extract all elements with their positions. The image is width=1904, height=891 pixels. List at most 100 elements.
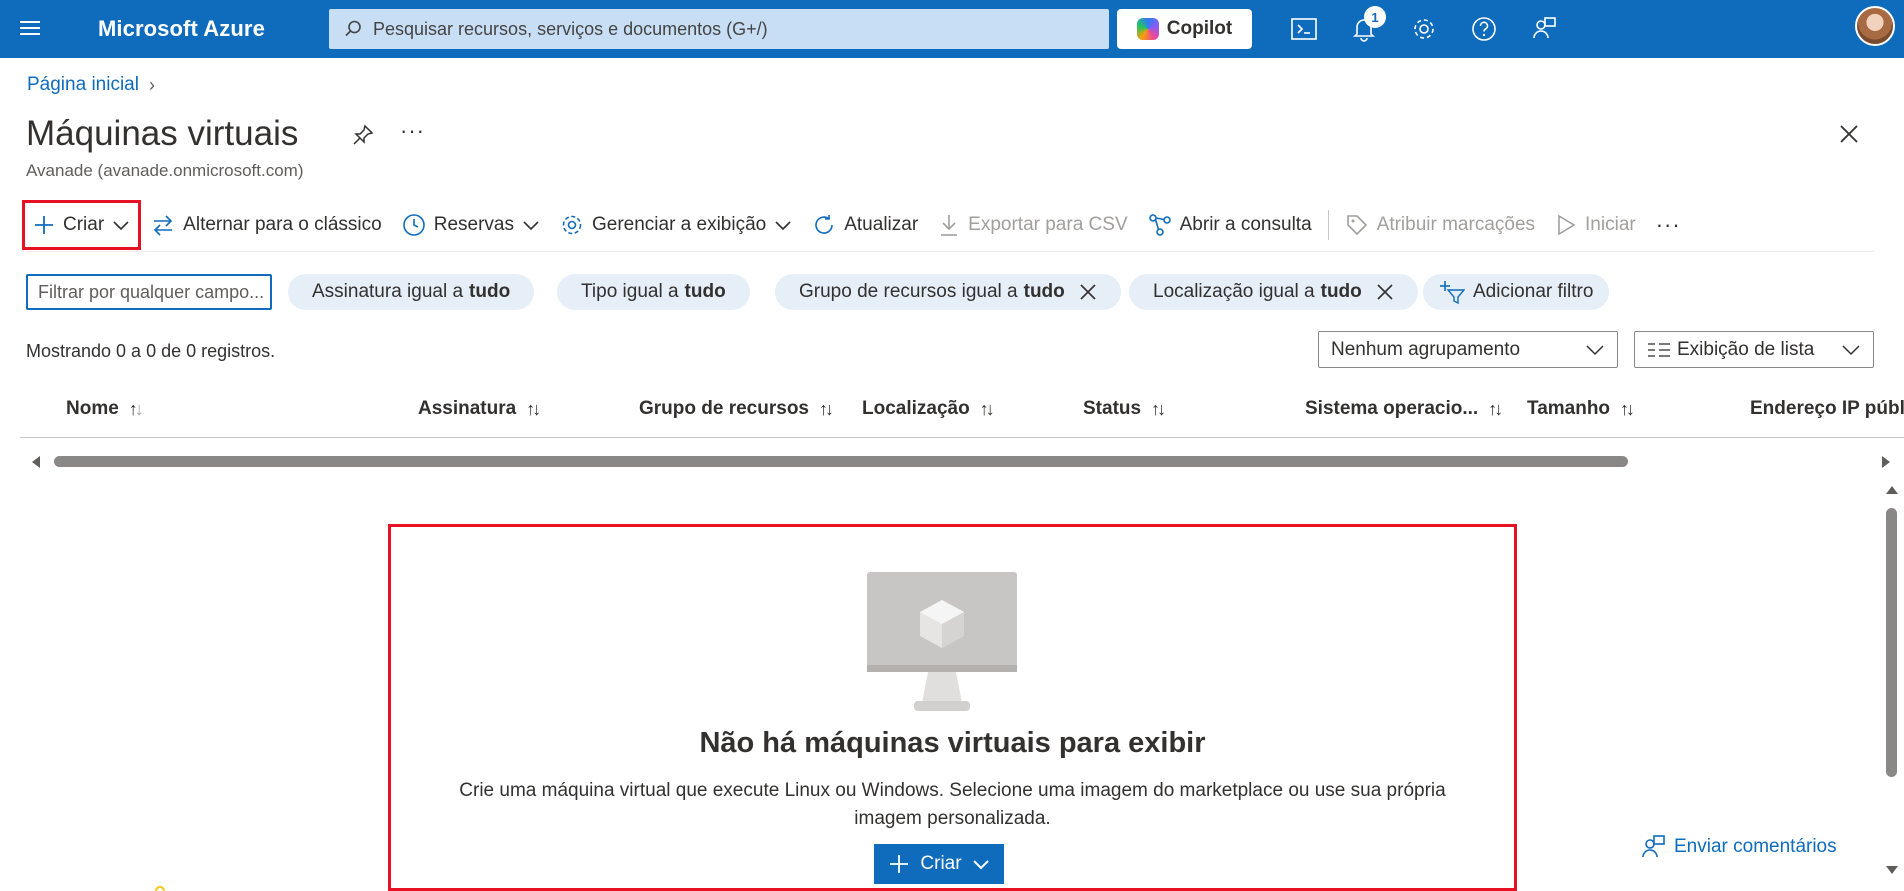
- manage-view-button[interactable]: Gerenciar a exibição: [550, 200, 802, 250]
- create-button[interactable]: Criar: [22, 200, 142, 250]
- export-csv-button[interactable]: Exportar para CSV: [928, 200, 1137, 250]
- refresh-label: Atualizar: [844, 214, 919, 235]
- chevron-down-icon: [1586, 344, 1604, 355]
- gear-icon: [562, 215, 582, 235]
- page-title: Máquinas virtuais: [26, 114, 299, 153]
- empty-state-panel: Não há máquinas virtuais para exibir Cri…: [388, 524, 1517, 891]
- filter-input[interactable]: [26, 274, 272, 310]
- copilot-label: Copilot: [1166, 18, 1233, 39]
- sort-icon[interactable]: ↑↓: [980, 399, 995, 420]
- column-header-os[interactable]: Sistema operacio... ↑↓: [1305, 398, 1503, 420]
- chevron-down-icon: [523, 221, 539, 231]
- feedback-person-icon: [1642, 835, 1665, 858]
- refresh-button[interactable]: Atualizar: [802, 200, 928, 250]
- pin-icon[interactable]: [352, 124, 374, 151]
- copilot-button[interactable]: Copilot: [1117, 9, 1252, 49]
- sort-icon[interactable]: ↑↓: [526, 399, 541, 420]
- close-icon[interactable]: [1838, 123, 1860, 145]
- filter-pill-resource-group[interactable]: Grupo de recursos igual a tudo: [775, 274, 1121, 310]
- column-header-location[interactable]: Localização ↑↓: [862, 398, 995, 420]
- grouping-value: Nenhum agrupamento: [1331, 338, 1521, 360]
- filter-pill-location[interactable]: Localização igual a tudo: [1129, 274, 1418, 310]
- menu-icon[interactable]: [20, 17, 44, 41]
- column-header-resource-group[interactable]: Grupo de recursos ↑↓: [639, 398, 834, 420]
- brand-title[interactable]: Microsoft Azure: [98, 16, 265, 42]
- chevron-down-icon: [1842, 344, 1860, 355]
- switch-classic-label: Alternar para o clássico: [183, 214, 382, 235]
- more-commands-icon[interactable]: ···: [1646, 200, 1691, 250]
- scroll-right-icon[interactable]: [1880, 455, 1892, 469]
- help-icon[interactable]: [1469, 14, 1499, 44]
- open-query-button[interactable]: Abrir a consulta: [1138, 200, 1322, 250]
- scroll-left-icon[interactable]: [30, 455, 42, 469]
- empty-state-description: Crie uma máquina virtual que execute Lin…: [459, 780, 1446, 829]
- vertical-scroll-thumb[interactable]: [1886, 508, 1897, 777]
- breadcrumb-home-link[interactable]: Página inicial: [27, 74, 139, 96]
- filter-pill-value: tudo: [469, 281, 511, 302]
- switch-classic-button[interactable]: Alternar para o clássico: [141, 200, 392, 250]
- remove-filter-icon[interactable]: [1079, 283, 1097, 301]
- records-count: Mostrando 0 a 0 de 0 registros.: [26, 341, 276, 361]
- column-header-public-ip[interactable]: Endereço IP públi: [1750, 398, 1904, 420]
- cloud-shell-icon[interactable]: [1289, 14, 1319, 44]
- reservations-button[interactable]: Reservas: [392, 200, 550, 250]
- query-icon: [1148, 214, 1171, 236]
- column-header-subscription[interactable]: Assinatura ↑↓: [418, 398, 541, 420]
- play-icon: [1558, 214, 1576, 236]
- list-view-icon: [1648, 342, 1670, 357]
- search-input[interactable]: [373, 18, 1073, 40]
- empty-state-title: Não há máquinas virtuais para exibir: [699, 727, 1206, 759]
- user-avatar[interactable]: [1855, 6, 1895, 46]
- assign-tags-button[interactable]: Atribuir marcações: [1335, 200, 1545, 250]
- breadcrumb: Página inicial ›: [27, 74, 155, 96]
- plus-icon: [35, 216, 53, 234]
- column-label: Grupo de recursos: [639, 398, 809, 419]
- filter-pill-label: Assinatura igual a: [312, 281, 464, 302]
- more-options-icon[interactable]: ···: [400, 118, 425, 144]
- global-search[interactable]: [329, 9, 1109, 49]
- view-mode-dropdown[interactable]: Exibição de lista: [1634, 331, 1874, 368]
- sort-icon[interactable]: ↑↓: [1620, 399, 1635, 420]
- send-feedback-link[interactable]: Enviar comentários: [1640, 834, 1837, 860]
- sort-icon[interactable]: ↑↓: [819, 399, 834, 420]
- chevron-down-icon: [972, 860, 989, 870]
- horizontal-scrollbar[interactable]: [26, 452, 1896, 470]
- start-button[interactable]: Iniciar: [1545, 200, 1646, 250]
- column-header-status[interactable]: Status ↑↓: [1083, 398, 1166, 420]
- assign-tags-label: Atribuir marcações: [1376, 214, 1536, 235]
- feedback-icon[interactable]: [1529, 14, 1559, 44]
- settings-gear-icon[interactable]: [1409, 14, 1439, 44]
- page-subtitle: Avanade (avanade.onmicrosoft.com): [26, 161, 304, 180]
- top-bar: Microsoft Azure Copilot 1: [0, 0, 1904, 58]
- export-csv-label: Exportar para CSV: [968, 214, 1128, 235]
- create-label: Criar: [63, 214, 105, 235]
- sort-icon[interactable]: ↑↓: [129, 399, 144, 420]
- empty-state-create-label: Criar: [920, 853, 962, 874]
- table-header: Nome ↑↓ Assinatura ↑↓ Grupo de recursos ↑↓ …: [20, 394, 1904, 438]
- filter-pill-type[interactable]: Tipo igual a tudo: [557, 274, 750, 310]
- filter-pill-value: tudo: [1320, 281, 1362, 302]
- clock-icon: [402, 214, 425, 236]
- add-filter-button[interactable]: Adicionar filtro: [1423, 274, 1610, 310]
- open-query-label: Abrir a consulta: [1179, 214, 1312, 235]
- plus-icon: [890, 855, 909, 873]
- horizontal-scroll-thumb[interactable]: [54, 456, 1628, 467]
- remove-filter-icon[interactable]: [1376, 283, 1394, 301]
- scroll-down-icon[interactable]: [1885, 864, 1899, 876]
- reservations-label: Reservas: [433, 214, 514, 235]
- scroll-up-icon[interactable]: [1885, 484, 1899, 496]
- filter-pill-value: tudo: [1023, 281, 1065, 302]
- add-filter-label: Adicionar filtro: [1473, 281, 1594, 302]
- sort-icon[interactable]: ↑↓: [1151, 399, 1166, 420]
- sort-icon[interactable]: ↑↓: [1488, 399, 1503, 420]
- column-label: Assinatura: [418, 398, 517, 419]
- vertical-scrollbar[interactable]: [1882, 480, 1900, 891]
- grouping-dropdown[interactable]: Nenhum agrupamento: [1318, 331, 1618, 368]
- column-header-name[interactable]: Nome ↑↓: [66, 398, 144, 420]
- column-header-size[interactable]: Tamanho ↑↓: [1527, 398, 1635, 420]
- chevron-down-icon: [113, 221, 129, 231]
- empty-state-create-button[interactable]: Criar: [874, 844, 1004, 884]
- filter-pill-label: Localização igual a: [1153, 281, 1315, 302]
- command-bar: Criar Alternar para o clássico Reservas …: [22, 200, 1691, 250]
- filter-pill-subscription[interactable]: Assinatura igual a tudo: [288, 274, 535, 310]
